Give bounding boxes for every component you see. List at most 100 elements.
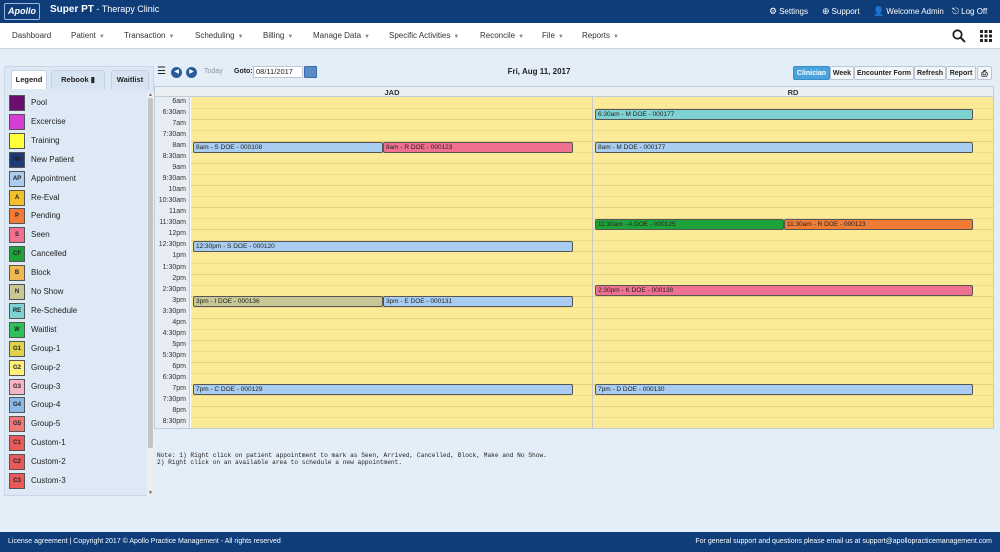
legend-label: Group-4 [31,400,61,410]
legend-label: Custom-2 [31,457,66,467]
refresh-button[interactable]: Refresh [914,66,946,80]
scroll-down-icon[interactable]: ▼ [147,490,154,496]
tab-waitlist[interactable]: Waitlist [111,70,149,89]
settings-label: Settings [779,7,808,16]
search-icon[interactable] [952,29,966,43]
print-icon[interactable]: ⎙ [977,66,992,80]
prev-day-button[interactable]: ◀ [171,67,182,78]
legend-label: Group-3 [31,381,61,391]
chevron-down-icon: ▼ [168,34,175,40]
appointment-block[interactable]: 6:30am - M DOE - 000177 [595,108,973,120]
legend-item: C1 Custom-1 [7,434,145,452]
legend-label: Re-Eval [31,192,60,202]
clinician-button[interactable]: Clinician [793,66,830,80]
legend-item: A Re-Eval [7,189,145,207]
appointment-block[interactable]: 12:30pm - S DOE - 000120 [193,240,573,252]
appointment-block[interactable]: 8am - M DOE - 000177 [595,141,973,153]
footer-copyright[interactable]: License agreement | Copyright 2017 © Apo… [8,538,281,545]
slot-gridline [593,130,993,132]
chevron-down-icon: ▼ [557,34,564,40]
appointment-block[interactable]: 7pm - D DOE - 000130 [595,384,973,396]
legend-label: Custom-3 [31,476,66,485]
column-divider [592,97,593,428]
settings-link[interactable]: ⚙ Settings [769,6,808,17]
nav-reports[interactable]: Reports ▼ [582,31,619,40]
slot-gridline [191,394,593,396]
nav-specific-activities[interactable]: Specific Activities ▼ [389,31,459,40]
time-slot-label: 6:30pm [162,373,186,381]
nav-reconcile[interactable]: Reconcile ▼ [480,31,524,40]
tab-legend[interactable]: Legend [11,70,47,89]
legend-swatch: P [9,208,25,225]
slot-gridline [593,163,993,165]
legend-label: Re-Schedule [31,305,78,315]
slot-gridline [593,251,993,253]
nav-patient[interactable]: Patient ▼ [71,31,105,40]
log-off-link[interactable]: ⎋ Log Off [952,6,987,17]
appointment-block[interactable]: 2:30pm - K DOE - 000138 [595,285,973,297]
nav-scheduling[interactable]: Scheduling ▼ [195,31,244,40]
calendar-icon[interactable] [304,66,317,78]
report-button[interactable]: Report [946,66,976,80]
time-slot-label: 6am [172,98,186,105]
scrollbar-thumb[interactable] [148,98,153,448]
legend-item: B Block [7,264,145,282]
nav-dashboard[interactable]: Dashboard [12,31,51,40]
appointment-block[interactable]: 3pm - I DOE - 000136 [193,296,383,308]
day-column-jad[interactable]: 8am - S DOE - 000108 8am - R DOE - 000123… [191,97,593,428]
apollo-logo[interactable]: Apollo [4,3,40,20]
nav-transaction[interactable]: Transaction ▼ [124,31,174,40]
nav-file[interactable]: File ▼ [542,31,564,40]
legend-item: G2 Group-2 [7,359,145,377]
slot-gridline [593,339,993,341]
legend-scrollbar[interactable]: ▲ ▼ [147,92,154,496]
nav-billing[interactable]: Billing ▼ [263,31,293,40]
next-day-button[interactable]: ▶ [186,67,197,78]
slot-gridline [593,207,993,209]
slot-gridline [593,174,993,176]
appointment-block[interactable]: 3pm - E DOE - 000131 [382,296,573,308]
legend-label: Block [31,268,51,278]
today-button[interactable]: Today [204,68,223,75]
schedule-header: JAD RD [155,87,993,97]
nav-label: Dashboard [12,31,52,40]
appointment-block[interactable]: 8am - S DOE - 000108 [193,141,383,153]
slot-gridline [191,196,593,198]
welcome-admin-link[interactable]: 👤 Welcome Admin [873,6,944,17]
legend-swatch: B [9,265,25,282]
apps-grid-icon[interactable] [980,30,992,42]
time-slot-label: 1:30pm [162,263,186,271]
encounter-form-button[interactable]: Encounter Form [854,66,914,80]
day-column-rd[interactable]: 6:30am - M DOE - 000177 8am - M DOE - 000… [593,97,993,428]
appointment-block[interactable]: 7pm - C DOE - 000129 [193,384,573,396]
book-icon: ▮ [90,75,95,84]
legend-swatch: NP [9,151,25,168]
legend-label: Pool [31,98,48,107]
tab-rebook[interactable]: Rebook ▮ [51,70,105,89]
legend-label: Custom-1 [31,438,66,448]
log-off-label: Log Off [961,7,988,16]
appointment-block[interactable]: 11:30am - R DOE - 000123 [784,218,973,230]
legend-swatch: S [9,227,25,244]
appointment-block[interactable]: 11:30am - A DOE - 000125 [595,218,784,230]
appointment-block[interactable]: 8am - R DOE - 000123 [382,141,573,153]
slot-gridline [191,284,593,286]
legend-swatch: A [9,189,25,206]
nav-label: Scheduling [195,31,235,40]
list-view-icon[interactable]: ☰ [157,66,166,77]
tab-label: Waitlist [116,75,144,84]
legend-swatch [9,113,25,130]
legend-label: No Show [31,287,64,296]
slot-gridline [191,218,593,220]
legend-item: CF Cancelled [7,245,145,263]
legend-swatch: G3 [9,378,25,395]
legend-item: C3 Custom-3 [7,472,145,490]
legend-swatch [9,132,25,149]
goto-date-input[interactable]: 08/11/2017 [253,66,303,78]
slot-gridline [191,108,593,110]
week-button[interactable]: Week [830,66,854,80]
support-link[interactable]: ⊕ Support [822,6,860,17]
nav-manage-data[interactable]: Manage Data ▼ [313,31,370,40]
footer-support[interactable]: For general support and questions please… [695,538,992,545]
slot-gridline [191,262,593,264]
